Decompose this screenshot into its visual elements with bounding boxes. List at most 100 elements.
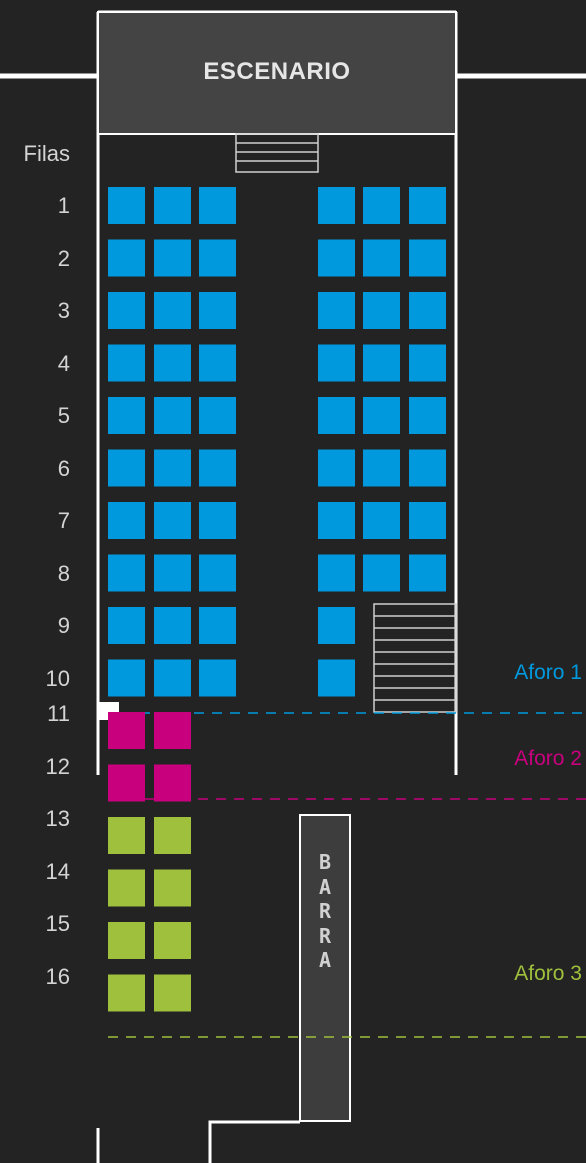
seat-row-4-right-2[interactable]	[363, 344, 400, 382]
seat-row-8-right-1[interactable]	[318, 554, 355, 592]
seat-row-14-left-2[interactable]	[154, 869, 191, 907]
seat-row-14-left-1[interactable]	[108, 869, 145, 907]
bar-letter: R	[318, 899, 332, 923]
seat-row-7-right-3[interactable]	[409, 502, 446, 539]
seat-row-7-left-1[interactable]	[108, 502, 145, 539]
bar-letter: A	[318, 948, 332, 972]
seat-row-3-left-3[interactable]	[199, 292, 236, 329]
stage-steps	[235, 133, 319, 173]
seat-row-5-left-2[interactable]	[154, 397, 191, 434]
seat-row-2-right-1[interactable]	[318, 239, 355, 277]
seat-row-12-left-1[interactable]	[108, 764, 145, 802]
seat-row-5-left-3[interactable]	[199, 397, 236, 434]
row-number-16: 16	[45, 964, 70, 989]
seat-row-6-left-2[interactable]	[154, 449, 191, 487]
venue-floor-plan	[0, 10, 586, 1163]
row-number-14: 14	[45, 859, 70, 884]
seat-row-11-left-2[interactable]	[154, 712, 191, 749]
bar-label: B A R R A	[300, 850, 350, 973]
bar-letter: A	[318, 874, 332, 899]
seat-row-12-left-2[interactable]	[154, 764, 191, 802]
row-number-9: 9	[57, 613, 70, 638]
seat-row-5-left-1[interactable]	[108, 397, 145, 434]
row-number-4: 4	[57, 351, 70, 376]
seat-row-5-right-1[interactable]	[318, 397, 355, 434]
seat-row-6-right-1[interactable]	[318, 449, 355, 487]
seat-row-4-left-2[interactable]	[154, 344, 191, 382]
row-number-15: 15	[45, 911, 70, 936]
seat-row-3-left-2[interactable]	[154, 292, 191, 329]
seat-row-16-left-2[interactable]	[154, 974, 191, 1012]
seat-row-5-right-2[interactable]	[363, 397, 400, 434]
aforo-3-label: Aforo 3	[514, 962, 582, 985]
seat-row-3-right-3[interactable]	[409, 292, 446, 329]
seat-row-4-left-1[interactable]	[108, 344, 145, 382]
row-number-12: 12	[45, 754, 70, 779]
bar-letter: B	[318, 850, 332, 874]
row-number-1: 1	[57, 193, 70, 218]
row-number-10: 10	[45, 666, 70, 691]
seat-row-4-right-1[interactable]	[318, 344, 355, 382]
seat-row-15-left-1[interactable]	[108, 922, 145, 959]
seat-row-6-right-2[interactable]	[363, 449, 400, 487]
seat-row-8-right-2[interactable]	[363, 554, 400, 592]
row-number-2: 2	[57, 246, 70, 271]
bar-letter: R	[318, 923, 332, 948]
row-number-3: 3	[57, 298, 70, 323]
aforo-2-label: Aforo 2	[514, 747, 582, 770]
seat-row-8-right-3[interactable]	[409, 554, 446, 592]
seat-row-4-left-3[interactable]	[199, 344, 236, 382]
row-number-13: 13	[45, 806, 70, 831]
row-number-8: 8	[57, 561, 70, 586]
seat-row-10-left-2[interactable]	[154, 659, 191, 697]
seat-row-9-left-1[interactable]	[108, 607, 145, 644]
seat-row-1-left-3[interactable]	[199, 187, 236, 224]
seat-row-1-right-1[interactable]	[318, 187, 355, 224]
rows-header: Filas	[23, 141, 70, 166]
stage-label: ESCENARIO	[203, 58, 351, 85]
seat-row-16-left-1[interactable]	[108, 974, 145, 1012]
seat-row-1-left-2[interactable]	[154, 187, 191, 224]
seat-row-10-right-1[interactable]	[318, 659, 355, 697]
seat-row-10-left-1[interactable]	[108, 659, 145, 697]
seat-row-9-left-3[interactable]	[199, 607, 236, 644]
seat-row-15-left-2[interactable]	[154, 922, 191, 959]
aforo-1-label: Aforo 1	[514, 661, 582, 684]
row-number-5: 5	[57, 403, 70, 428]
seat-row-1-right-3[interactable]	[409, 187, 446, 224]
seat-row-3-left-1[interactable]	[108, 292, 145, 329]
seat-row-1-left-1[interactable]	[108, 187, 145, 224]
seat-row-9-left-2[interactable]	[154, 607, 191, 644]
seat-row-6-left-1[interactable]	[108, 449, 145, 487]
seat-row-11-left-1[interactable]	[108, 712, 145, 749]
seat-row-2-right-3[interactable]	[409, 239, 446, 277]
seat-row-7-left-3[interactable]	[199, 502, 236, 539]
seat-row-6-right-3[interactable]	[409, 449, 446, 487]
seat-row-7-right-1[interactable]	[318, 502, 355, 539]
seat-row-7-left-2[interactable]	[154, 502, 191, 539]
seat-row-2-left-2[interactable]	[154, 239, 191, 277]
seat-row-13-left-2[interactable]	[154, 817, 191, 854]
seat-row-10-left-3[interactable]	[199, 659, 236, 697]
seat-row-1-right-2[interactable]	[363, 187, 400, 224]
row-number-6: 6	[57, 456, 70, 481]
seat-row-4-right-3[interactable]	[409, 344, 446, 382]
side-stairs	[373, 603, 457, 713]
seat-row-2-left-1[interactable]	[108, 239, 145, 277]
row-number-11: 11	[47, 701, 70, 726]
seat-row-5-right-3[interactable]	[409, 397, 446, 434]
row-number-7: 7	[57, 508, 70, 533]
seats	[108, 187, 446, 1012]
seat-row-9-right-1[interactable]	[318, 607, 355, 644]
seat-row-2-right-2[interactable]	[363, 239, 400, 277]
seat-row-13-left-1[interactable]	[108, 817, 145, 854]
walls	[0, 10, 586, 1163]
seat-row-7-right-2[interactable]	[363, 502, 400, 539]
seat-row-2-left-3[interactable]	[199, 239, 236, 277]
seat-row-6-left-3[interactable]	[199, 449, 236, 487]
seat-row-3-right-1[interactable]	[318, 292, 355, 329]
seat-row-8-left-3[interactable]	[199, 554, 236, 592]
seat-row-8-left-2[interactable]	[154, 554, 191, 592]
seat-row-3-right-2[interactable]	[363, 292, 400, 329]
seat-row-8-left-1[interactable]	[108, 554, 145, 592]
